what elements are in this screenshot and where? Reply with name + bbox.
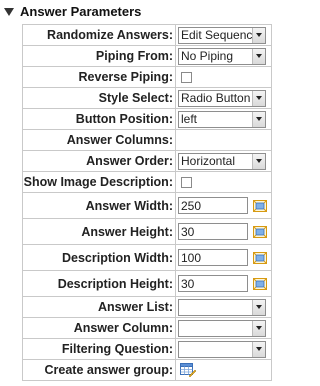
- resize-icon[interactable]: [253, 251, 267, 264]
- description-height-input[interactable]: 30: [178, 275, 248, 292]
- resize-icon[interactable]: [253, 277, 267, 290]
- row-piping-from: Piping From: No Piping: [22, 45, 272, 67]
- answer-parameters-table: Randomize Answers: Edit Sequence Piping …: [22, 24, 272, 381]
- answer-order-select[interactable]: Horizontal: [178, 152, 266, 170]
- answer-height-input[interactable]: 30: [178, 223, 248, 240]
- row-reverse-piping: Reverse Piping:: [22, 66, 272, 88]
- filtering-question-label: Filtering Question:: [22, 338, 176, 360]
- row-answer-order: Answer Order: Horizontal: [22, 150, 272, 172]
- chevron-down-icon: [252, 111, 265, 127]
- randomize-answers-select[interactable]: Edit Sequence: [178, 26, 266, 44]
- row-button-position: Button Position: left: [22, 108, 272, 130]
- chevron-down-icon: [252, 341, 265, 357]
- piping-from-select[interactable]: No Piping: [178, 47, 266, 65]
- row-show-image-description: Show Image Description:: [22, 171, 272, 193]
- resize-icon[interactable]: [253, 225, 267, 238]
- row-answer-columns: Answer Columns:: [22, 129, 272, 151]
- row-description-width: Description Width: 100: [22, 244, 272, 271]
- answer-columns-cell: [175, 129, 272, 151]
- answer-list-label: Answer List:: [22, 296, 176, 318]
- answer-order-label: Answer Order:: [22, 150, 176, 172]
- answer-width-input[interactable]: 250: [178, 197, 248, 214]
- randomize-answers-label: Randomize Answers:: [22, 24, 176, 46]
- answer-list-select[interactable]: [178, 298, 266, 316]
- answer-columns-label: Answer Columns:: [22, 129, 176, 151]
- description-height-label: Description Height:: [22, 270, 176, 297]
- piping-from-label: Piping From:: [22, 45, 176, 67]
- row-answer-list: Answer List:: [22, 296, 272, 318]
- answer-height-label: Answer Height:: [22, 218, 176, 245]
- style-select-dropdown[interactable]: Radio Button: [178, 89, 266, 107]
- create-answer-group-icon[interactable]: [180, 363, 196, 378]
- row-filtering-question: Filtering Question:: [22, 338, 272, 360]
- section-title: Answer Parameters: [20, 3, 142, 19]
- row-answer-width: Answer Width: 250: [22, 192, 272, 219]
- show-image-description-checkbox[interactable]: [181, 177, 192, 189]
- chevron-down-icon: [252, 48, 265, 64]
- show-image-description-label: Show Image Description:: [22, 171, 176, 193]
- chevron-down-icon: [252, 27, 265, 43]
- row-answer-height: Answer Height: 30: [22, 218, 272, 245]
- style-select-label: Style Select:: [22, 87, 176, 109]
- chevron-down-icon: [252, 320, 265, 336]
- create-answer-group-label: Create answer group:: [22, 359, 176, 381]
- chevron-down-icon: [252, 299, 265, 315]
- row-create-answer-group: Create answer group:: [22, 359, 272, 381]
- reverse-piping-label: Reverse Piping:: [22, 66, 176, 88]
- collapse-triangle-icon[interactable]: [4, 7, 14, 16]
- answer-width-label: Answer Width:: [22, 192, 176, 219]
- button-position-label: Button Position:: [22, 108, 176, 130]
- filtering-question-select[interactable]: [178, 340, 266, 358]
- chevron-down-icon: [252, 90, 265, 106]
- chevron-down-icon: [252, 153, 265, 169]
- row-description-height: Description Height: 30: [22, 270, 272, 297]
- description-width-input[interactable]: 100: [178, 249, 248, 266]
- description-width-label: Description Width:: [22, 244, 176, 271]
- reverse-piping-checkbox[interactable]: [181, 72, 192, 84]
- answer-column-label: Answer Column:: [22, 317, 176, 339]
- row-answer-column: Answer Column:: [22, 317, 272, 339]
- resize-icon[interactable]: [253, 199, 267, 212]
- section-header[interactable]: Answer Parameters: [0, 0, 283, 22]
- row-randomize-answers: Randomize Answers: Edit Sequence: [22, 24, 272, 46]
- row-style-select: Style Select: Radio Button: [22, 87, 272, 109]
- button-position-select[interactable]: left: [178, 110, 266, 128]
- answer-column-select[interactable]: [178, 319, 266, 337]
